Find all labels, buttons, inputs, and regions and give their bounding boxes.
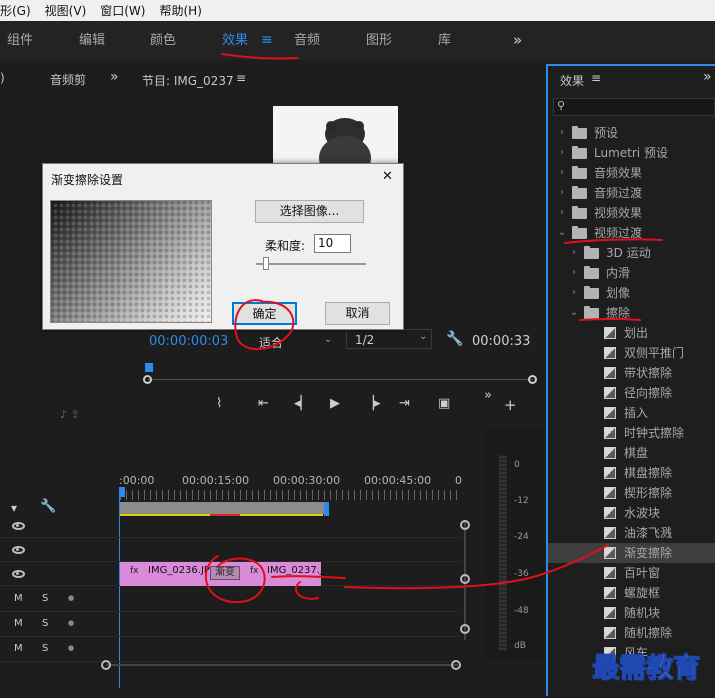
annotation-circle-transition [204, 555, 266, 604]
annotation-drag-line [344, 544, 609, 590]
annotation-underline-wipe [579, 318, 641, 321]
annotation-circle-ok [234, 299, 295, 350]
annotation-underline-video-transitions [564, 238, 663, 244]
watermark-logo: 最需教育 [592, 653, 701, 685]
annotation-underline-effects-tab [221, 53, 299, 60]
annotation-scribble [271, 575, 346, 600]
red-annotation-overlay [204, 53, 663, 604]
